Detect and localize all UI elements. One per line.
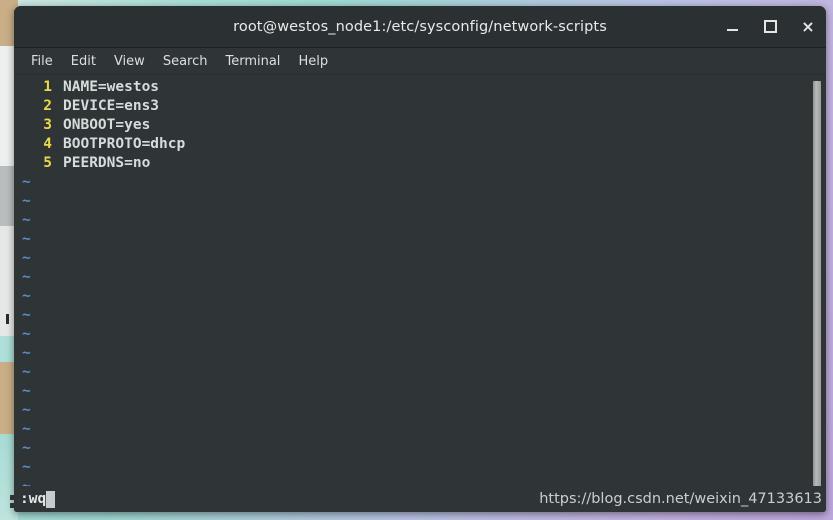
- minimize-glyph: [726, 29, 738, 31]
- empty-line-marker: ~: [22, 364, 31, 380]
- menu-item-view[interactable]: View: [105, 52, 154, 71]
- line-number: 5: [43, 155, 52, 171]
- minimize-icon[interactable]: [724, 19, 740, 35]
- editor-line: 1 NAME=westos: [14, 78, 810, 97]
- window-title: root@westos_node1:/etc/sysconfig/network…: [233, 18, 607, 35]
- empty-line-marker: ~: [22, 269, 31, 285]
- title-bar: root@westos_node1:/etc/sysconfig/network…: [14, 6, 826, 48]
- scrollbar-thumb[interactable]: [813, 81, 821, 512]
- line-content: DEVICE=ens3: [63, 98, 160, 114]
- empty-line-marker: ~: [22, 421, 31, 437]
- editor-line: 5 PEERDNS=no: [14, 154, 810, 173]
- menu-item-file[interactable]: File: [22, 52, 62, 71]
- menu-item-help[interactable]: Help: [289, 52, 337, 71]
- editor-line: 3 ONBOOT=yes: [14, 116, 810, 135]
- watermark-text: https://blog.csdn.net/weixin_47133613: [539, 491, 822, 507]
- editor-line: 2 DEVICE=ens3: [14, 97, 810, 116]
- empty-line-markers: ~~~~~~~~~~~~~~~~~~: [14, 173, 810, 486]
- line-content: ONBOOT=yes: [63, 117, 151, 133]
- empty-line-marker: ~: [22, 250, 31, 266]
- menu-bar: File Edit View Search Terminal Help: [14, 48, 826, 75]
- empty-line-marker: ~: [22, 440, 31, 456]
- empty-line-marker: ~: [22, 345, 31, 361]
- empty-line-marker: ~: [22, 231, 31, 247]
- empty-line-marker: ~: [22, 478, 31, 486]
- menu-item-search[interactable]: Search: [154, 52, 217, 71]
- editor-line: 4 BOOTPROTO=dhcp: [14, 135, 810, 154]
- window-controls: ×: [724, 6, 816, 47]
- scrollbar-track[interactable]: [812, 77, 824, 512]
- line-content: PEERDNS=no: [63, 155, 151, 171]
- text-cursor: [46, 490, 56, 508]
- empty-line-marker: ~: [22, 174, 31, 190]
- empty-line-marker: ~: [22, 326, 31, 342]
- empty-line-marker: ~: [22, 383, 31, 399]
- line-content: NAME=westos: [63, 79, 160, 95]
- terminal-window: root@westos_node1:/etc/sysconfig/network…: [14, 6, 826, 512]
- close-icon[interactable]: ×: [800, 16, 816, 36]
- empty-line-marker: ~: [22, 402, 31, 418]
- empty-line-marker: ~: [22, 193, 31, 209]
- line-number: 3: [43, 117, 52, 133]
- terminal-content-area[interactable]: 1 NAME=westos 2 DEVICE=ens3 3 ONBOOT=yes…: [14, 75, 826, 512]
- empty-line-marker: ~: [22, 288, 31, 304]
- empty-line-marker: ~: [22, 459, 31, 475]
- line-content: BOOTPROTO=dhcp: [63, 136, 186, 152]
- maximize-glyph: [763, 20, 777, 33]
- desktop-background: root@westos_node1:/etc/sysconfig/network…: [0, 0, 833, 520]
- line-number: 2: [43, 98, 52, 114]
- vim-command-text: :wq: [20, 491, 47, 507]
- maximize-icon[interactable]: [762, 19, 778, 35]
- empty-line-marker: ~: [22, 212, 31, 228]
- line-number: 1: [43, 79, 52, 95]
- empty-line-marker: ~: [22, 307, 31, 323]
- editor-text-area[interactable]: 1 NAME=westos 2 DEVICE=ens3 3 ONBOOT=yes…: [14, 78, 810, 486]
- menu-item-terminal[interactable]: Terminal: [216, 52, 289, 71]
- status-line: :wq https://blog.csdn.net/weixin_4713361…: [14, 486, 826, 512]
- close-glyph: ×: [801, 16, 815, 36]
- desktop-artifact: [6, 314, 9, 324]
- line-number: 4: [43, 136, 52, 152]
- menu-item-edit[interactable]: Edit: [62, 52, 105, 71]
